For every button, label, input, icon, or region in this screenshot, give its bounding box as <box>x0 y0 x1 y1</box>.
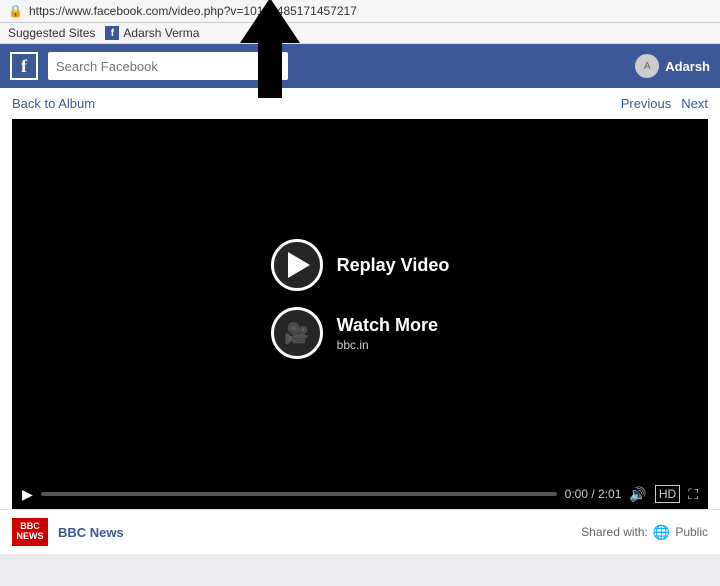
prev-next-nav: Previous Next <box>621 96 708 111</box>
bookmarks-bar: Suggested Sites f Adarsh Verma <box>0 23 720 44</box>
play-triangle-icon <box>288 252 310 278</box>
shared-label: Shared with: <box>581 525 648 539</box>
total-time: 2:01 <box>598 487 621 501</box>
suggested-sites-bookmark[interactable]: Suggested Sites <box>8 26 95 40</box>
back-to-album-link[interactable]: Back to Album <box>12 96 95 111</box>
time-display: 0:00 / 2:01 <box>565 487 622 501</box>
replay-circle-icon <box>271 239 323 291</box>
progress-bar[interactable] <box>41 492 557 496</box>
play-pause-button[interactable]: ▶ <box>22 486 33 503</box>
current-time: 0:00 <box>565 487 588 501</box>
camera-icon: 🎥 <box>284 321 309 346</box>
shared-with: Shared with: 🌐 Public <box>581 524 708 541</box>
next-link[interactable]: Next <box>681 96 708 111</box>
watch-more-label: Watch More bbc.in <box>337 315 438 352</box>
previous-link[interactable]: Previous <box>621 96 672 111</box>
bbc-logo-line2: NEWS <box>17 532 44 542</box>
browser-address-bar: 🔒 https://www.facebook.com/video.php?v=1… <box>0 0 720 23</box>
avatar: A <box>635 54 659 78</box>
video-player: Replay Video 🎥 Watch More bbc.in <box>12 119 708 479</box>
watch-more-subtitle: bbc.in <box>337 338 438 352</box>
suggested-sites-label: Suggested Sites <box>8 26 95 40</box>
globe-icon: 🌐 <box>653 524 670 541</box>
fb-logo[interactable]: f <box>10 52 38 80</box>
replay-title: Replay Video <box>337 255 450 276</box>
watch-more-title: Watch More <box>337 315 438 336</box>
fullscreen-icon[interactable]: ⛶ <box>688 486 698 503</box>
video-center-controls: Replay Video 🎥 Watch More bbc.in <box>271 239 450 359</box>
hd-badge[interactable]: HD <box>655 485 680 503</box>
public-label: Public <box>675 525 708 539</box>
nav-right: A Adarsh <box>635 54 710 78</box>
camera-circle-icon: 🎥 <box>271 307 323 359</box>
facebook-navbar: f 🔍 A Adarsh <box>0 44 720 88</box>
bbc-news-logo: BBC NEWS <box>12 518 48 546</box>
annotation-arrow <box>230 0 310 101</box>
volume-icon[interactable]: 🔊 <box>629 486 646 503</box>
username-display: Adarsh <box>665 59 710 74</box>
replay-label: Replay Video <box>337 255 450 276</box>
fb-bookmark-icon: f <box>105 26 119 40</box>
post-source-name[interactable]: BBC News <box>58 525 124 540</box>
watch-more-button[interactable]: 🎥 Watch More bbc.in <box>271 307 438 359</box>
fb-bookmark-label: Adarsh Verma <box>123 26 199 40</box>
fb-user-bookmark[interactable]: f Adarsh Verma <box>105 26 199 40</box>
page-content: Back to Album Previous Next Replay Video… <box>0 88 720 554</box>
ssl-lock-icon: 🔒 <box>8 4 23 18</box>
post-footer: BBC NEWS BBC News Shared with: 🌐 Public <box>0 509 720 554</box>
replay-button[interactable]: Replay Video <box>271 239 450 291</box>
search-input[interactable] <box>56 59 259 74</box>
video-controls-bar: ▶ 0:00 / 2:01 🔊 HD ⛶ <box>12 479 708 509</box>
page-nav: Back to Album Previous Next <box>0 88 720 119</box>
